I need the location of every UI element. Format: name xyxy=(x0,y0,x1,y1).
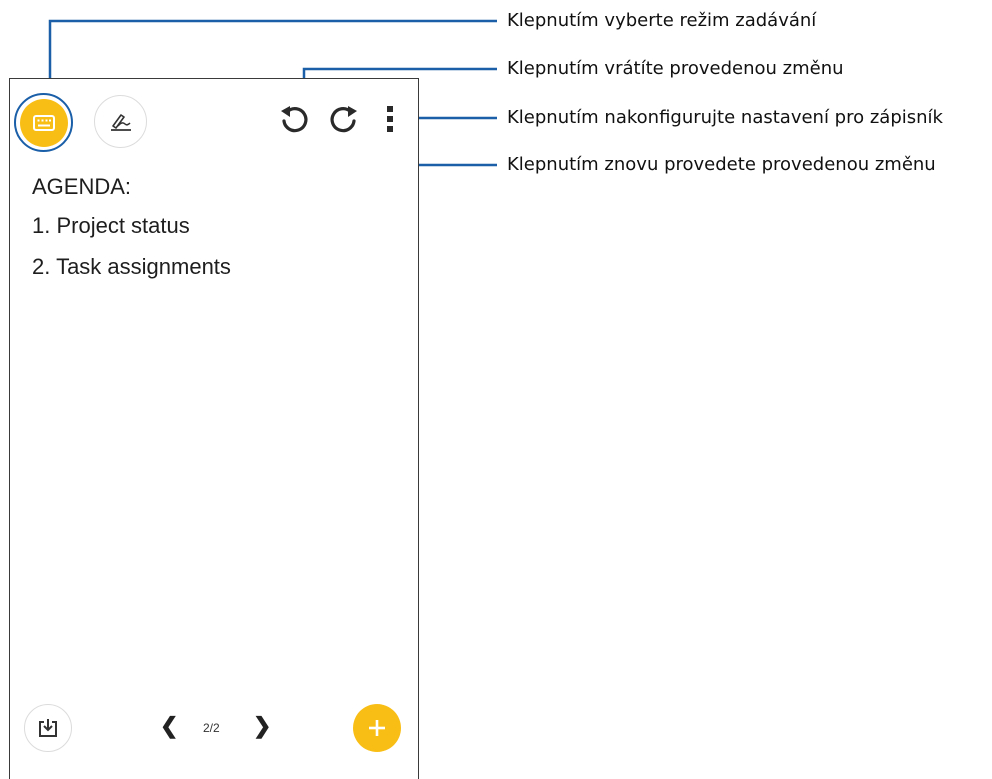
notebook-panel: AGENDA: 1. Project status 2. Task assign… xyxy=(9,78,419,779)
next-page-button[interactable]: ❯ xyxy=(253,713,271,739)
redo-button[interactable] xyxy=(324,99,364,139)
keyboard-icon xyxy=(32,114,55,131)
handwriting-mode-button[interactable] xyxy=(94,95,147,148)
import-button[interactable] xyxy=(24,704,72,752)
add-icon xyxy=(369,720,385,736)
note-line-3[interactable]: 2. Task assignments xyxy=(32,254,231,280)
import-icon xyxy=(39,719,57,737)
callout-settings: Klepnutím nakonfigurujte nastavení pro z… xyxy=(507,107,943,128)
keyboard-mode-button[interactable] xyxy=(14,93,73,152)
redo-icon xyxy=(330,106,357,133)
callout-input-mode: Klepnutím vyberte režim zadávání xyxy=(507,10,817,31)
prev-page-button[interactable]: ❮ xyxy=(160,713,178,739)
undo-button[interactable] xyxy=(274,99,314,139)
handwriting-icon xyxy=(110,113,131,131)
more-vertical-icon xyxy=(387,106,393,132)
add-page-button[interactable] xyxy=(353,704,401,752)
undo-icon xyxy=(281,106,308,133)
callout-redo: Klepnutím znovu provedete provedenou změ… xyxy=(507,154,936,175)
note-line-2[interactable]: 1. Project status xyxy=(32,213,190,239)
more-options-button[interactable] xyxy=(372,99,408,139)
note-line-1[interactable]: AGENDA: xyxy=(32,174,131,200)
page-indicator: 2/2 xyxy=(203,721,220,735)
callout-undo: Klepnutím vrátíte provedenou změnu xyxy=(507,58,844,79)
